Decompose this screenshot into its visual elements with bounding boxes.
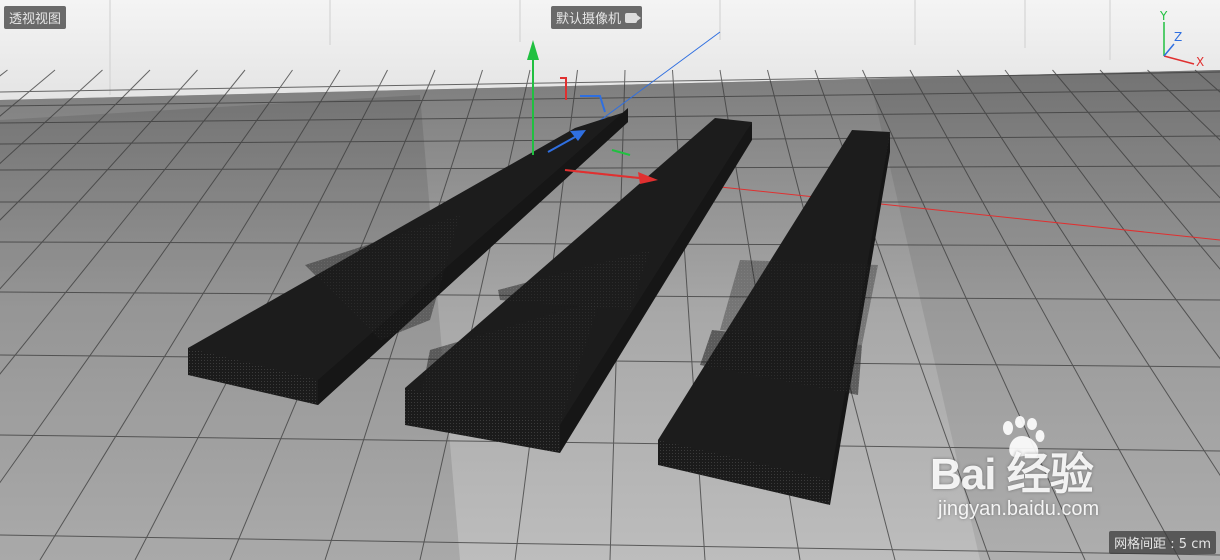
camera-icon[interactable] — [625, 12, 642, 23]
camera-name-label[interactable]: 默认摄像机 — [551, 6, 643, 29]
watermark-brand: Bai 经验 — [930, 450, 1094, 499]
grid-spacing-label: 网格间距 : 5 cm — [1109, 531, 1216, 554]
axis-label-z: Z — [1174, 30, 1182, 44]
watermark-url: jingyan.baidu.com — [938, 498, 1100, 520]
view-name-label[interactable]: 透视视图 — [4, 6, 67, 29]
axis-label-x: X — [1196, 55, 1204, 68]
viewport-3d[interactable]: 透视视图 默认摄像机 Y Z X Bai 经验 jingyan.baidu.co… — [0, 0, 1220, 560]
camera-name-text: 默认摄像机 — [556, 12, 622, 27]
baidu-watermark: Bai 经验 jingyan.baidu.com — [930, 416, 1160, 538]
axis-gizmo-icon: Y Z X — [1159, 9, 1204, 68]
axis-label-y: Y — [1159, 9, 1168, 23]
